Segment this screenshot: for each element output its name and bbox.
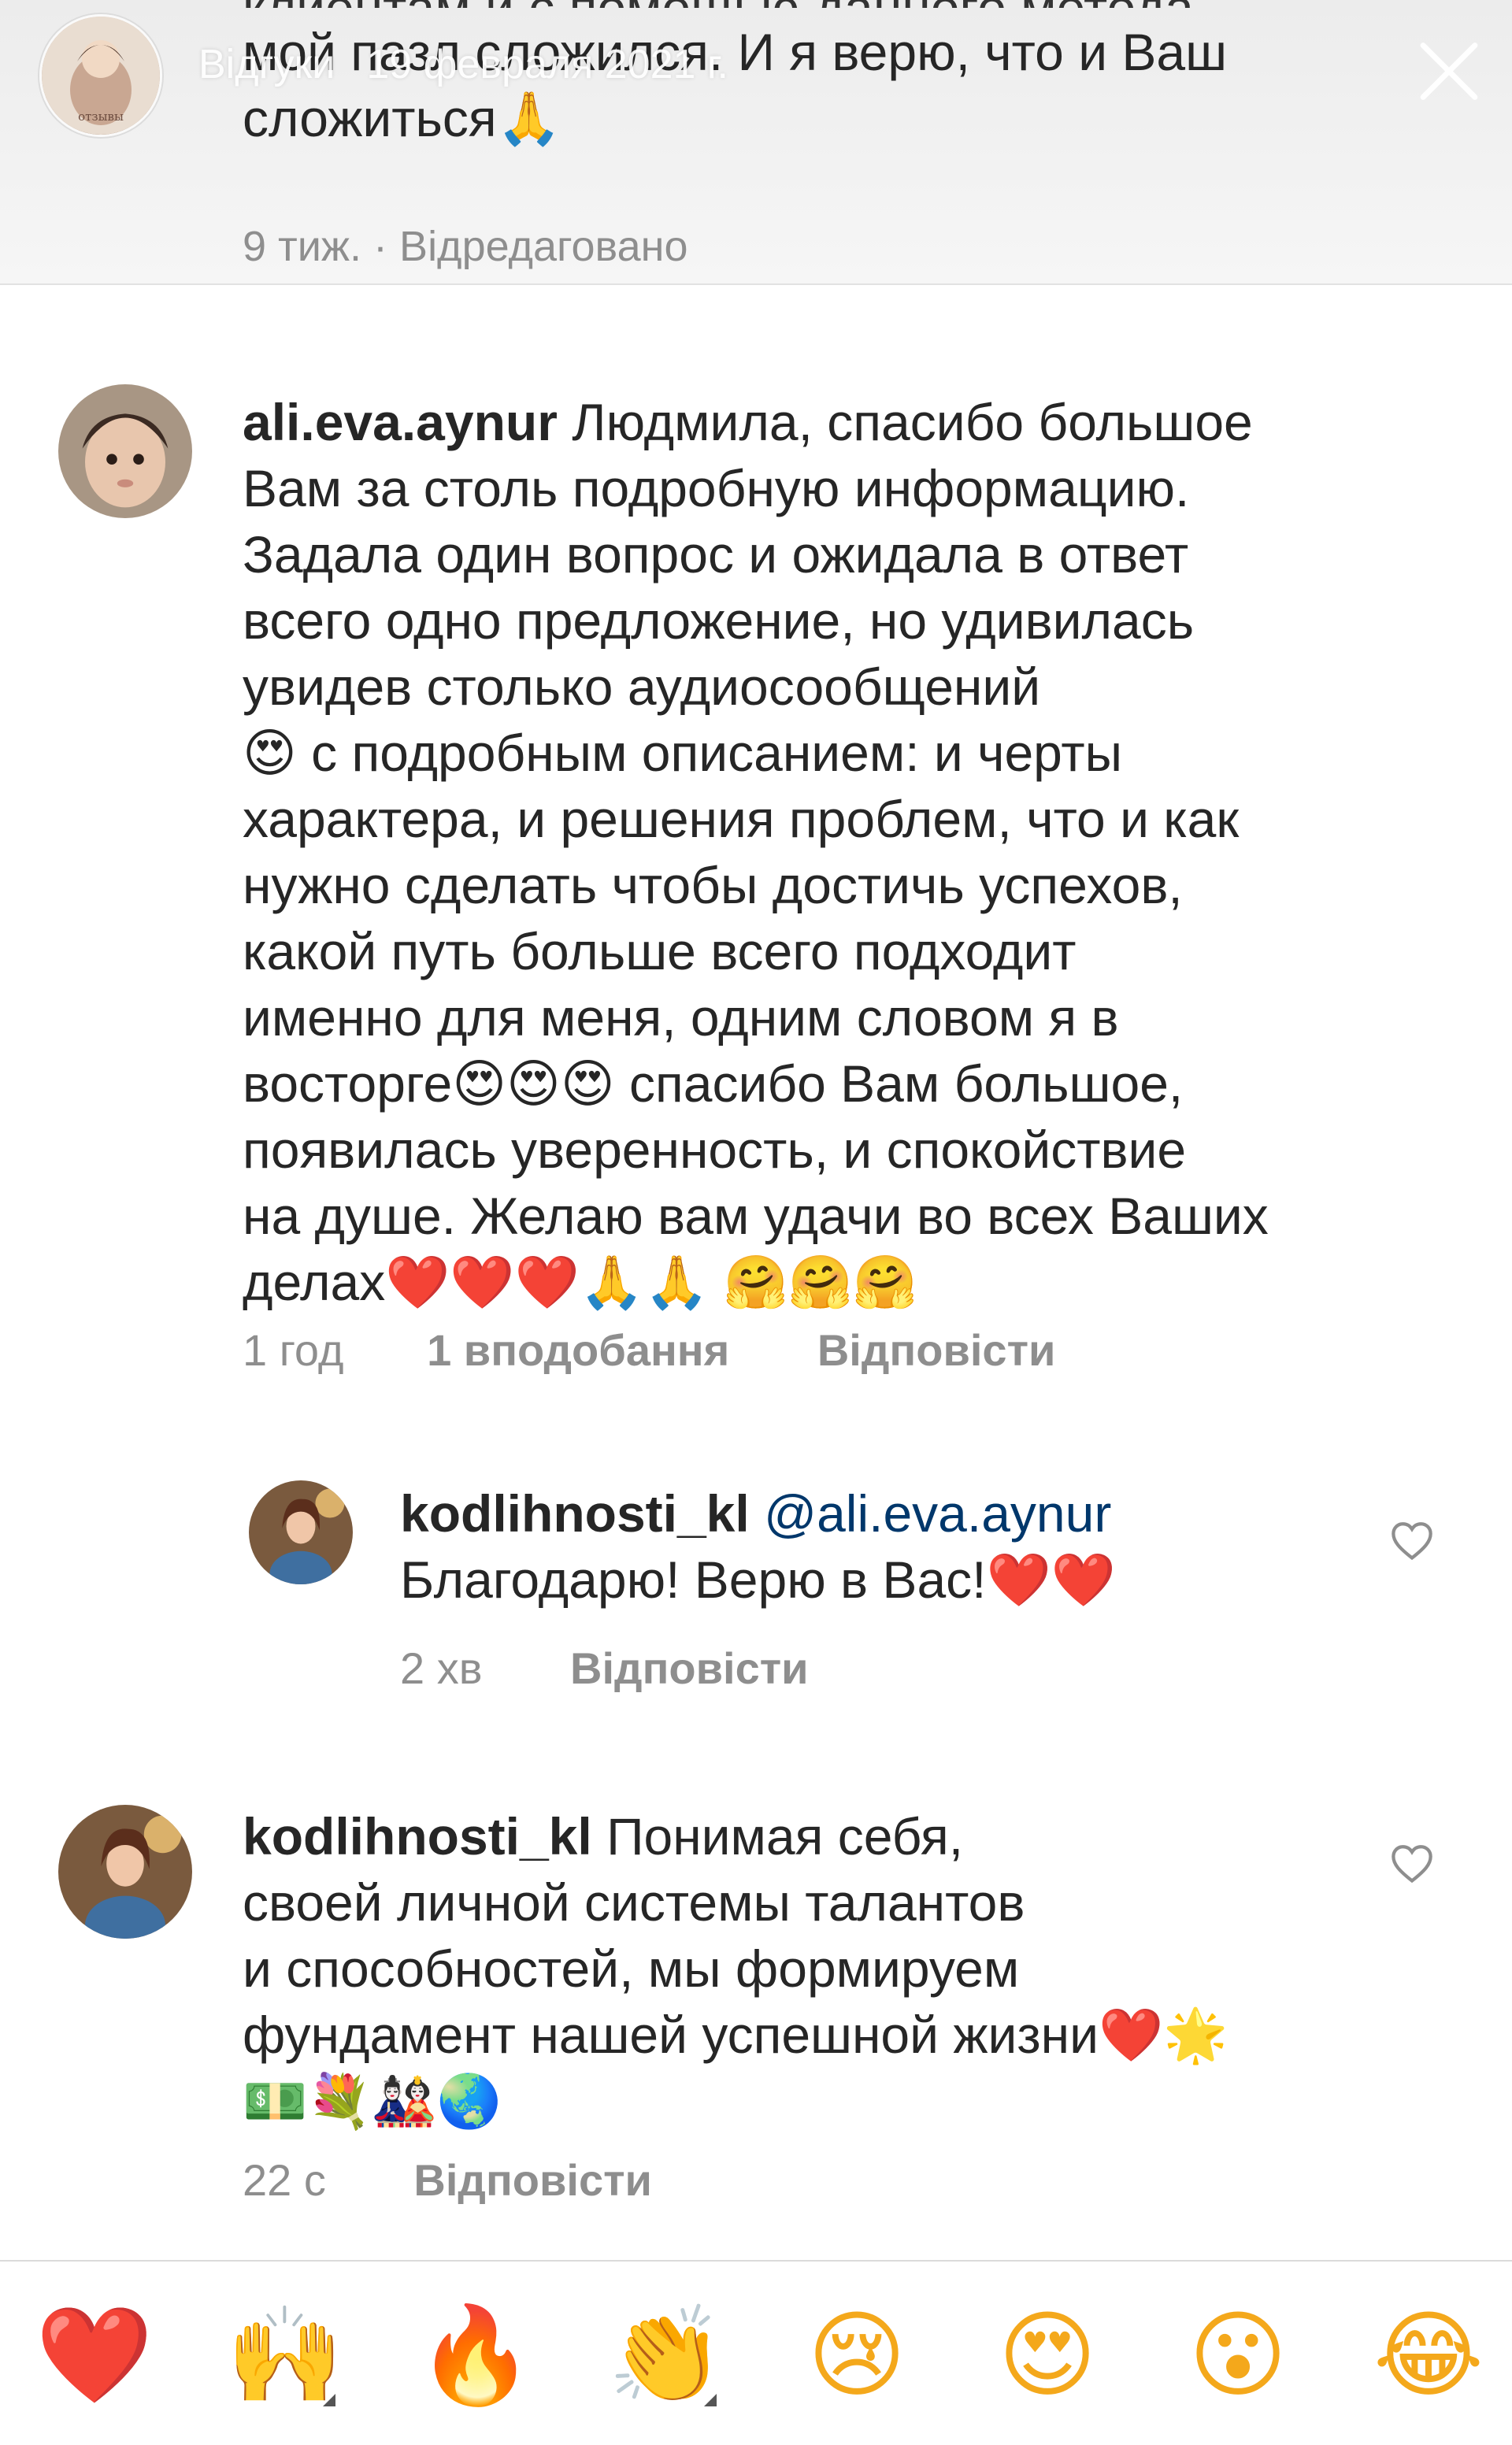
reply-button[interactable]: Відповісти bbox=[817, 1324, 1056, 1376]
emoji-button-clap[interactable]: 👏 bbox=[607, 2301, 724, 2411]
emoji-button-tears-of-joy[interactable]: 😂 bbox=[1373, 2301, 1484, 2411]
story-title: Відгуки 19 февраля 2021 г. bbox=[198, 41, 728, 88]
comment-first-line: Людмила, спасибо большое bbox=[572, 393, 1253, 451]
comment-text: kodlihnosti_kl @ali.eva.aynur Благодарю!… bbox=[400, 1480, 1392, 1613]
woman-avatar-icon bbox=[58, 1805, 192, 1939]
comment-line: увидев столько аудиосообщений bbox=[243, 658, 1041, 716]
emoji-button-heart[interactable]: ❤️ bbox=[35, 2301, 153, 2411]
comment-username[interactable]: kodlihnosti_kl bbox=[400, 1484, 750, 1543]
child-avatar-icon bbox=[58, 384, 192, 518]
story-header: отзывы клиентам и с помощью данного мето… bbox=[0, 0, 1512, 285]
story-date: 19 февраля 2021 г. bbox=[366, 42, 728, 87]
comment-line: и способностей, мы формируем bbox=[243, 1939, 1020, 1998]
story-title-text: Відгуки bbox=[198, 42, 335, 87]
comment-meta: 2 хв Відповісти bbox=[400, 1643, 809, 1694]
comment-line: Задала один вопрос и ожидала в ответ bbox=[243, 525, 1189, 583]
comment-first-line: Понимая себя, bbox=[606, 1807, 964, 1865]
comment: kodlihnosti_kl Понимая себя, своей лично… bbox=[0, 1787, 1512, 2228]
svg-text:отзывы: отзывы bbox=[78, 109, 124, 124]
avatar[interactable] bbox=[58, 1805, 192, 1939]
emoji-button-crying[interactable]: 😢 bbox=[802, 2301, 912, 2411]
comment-line: делах❤️❤️❤️🙏🙏 🤗🤗🤗 bbox=[243, 1253, 918, 1311]
comment-meta: 22 с Відповісти bbox=[243, 2154, 652, 2206]
comment-line: какой путь больше всего подходит bbox=[243, 922, 1077, 980]
heart-eyes-icon: 😍 bbox=[998, 2301, 1097, 2410]
emoji-button-heart-eyes[interactable]: 😍 bbox=[992, 2301, 1102, 2411]
story-avatar[interactable]: отзывы bbox=[39, 14, 162, 137]
comment-line: восторге😍😍😍 спасибо Вам большое, bbox=[243, 1054, 1184, 1113]
comment-time: 2 хв bbox=[400, 1643, 483, 1693]
avatar[interactable] bbox=[249, 1480, 353, 1584]
comment-line: Благодарю! Верю в Вас!❤️❤️ bbox=[400, 1550, 1116, 1609]
comment-line: 😍 с подробным описанием: и черты bbox=[243, 724, 1123, 782]
comment-line: своей личной системы талантов bbox=[243, 1873, 1025, 1932]
avatar[interactable] bbox=[58, 384, 192, 518]
avatar-image-icon: отзывы bbox=[42, 17, 160, 135]
comment-line: на душе. Желаю вам удачи во всех Ваших bbox=[243, 1187, 1269, 1245]
comment-line: именно для меня, одним словом я в bbox=[243, 988, 1119, 1047]
surprised-face-icon: 😮 bbox=[1188, 2301, 1288, 2410]
comment-username[interactable]: ali.eva.aynur bbox=[243, 393, 558, 451]
like-heart-icon[interactable] bbox=[1389, 1843, 1435, 1884]
previous-comment-clipped-line: клиентам и с помощью данного метода, bbox=[243, 0, 1424, 8]
comment-time: 1 год bbox=[243, 1325, 344, 1375]
emoji-button-fire[interactable]: 🔥 bbox=[417, 2301, 534, 2411]
comment-time: 22 с bbox=[243, 2155, 326, 2205]
close-icon[interactable] bbox=[1410, 31, 1488, 110]
woman-avatar-icon bbox=[249, 1480, 353, 1584]
comment: ali.eva.aynur Людмила, спасибо большое В… bbox=[0, 370, 1512, 1394]
comment-username[interactable]: kodlihnosti_kl bbox=[243, 1807, 592, 1865]
skin-tone-indicator-icon bbox=[323, 2394, 335, 2406]
skin-tone-indicator-icon bbox=[704, 2394, 717, 2406]
comment-line: характера, и решения проблем, что и как bbox=[243, 790, 1240, 848]
crying-face-icon: 😢 bbox=[807, 2301, 906, 2410]
reply-button[interactable]: Відповісти bbox=[413, 2154, 652, 2206]
like-heart-icon[interactable] bbox=[1389, 1520, 1435, 1561]
emoji-button-raising-hands[interactable]: 🙌 bbox=[226, 2301, 343, 2411]
red-heart-icon: ❤️ bbox=[35, 2301, 154, 2410]
emoji-button-surprised[interactable]: 😮 bbox=[1183, 2301, 1293, 2411]
previous-comment-line: сложиться🙏 bbox=[243, 89, 561, 147]
tears-of-joy-icon: 😂 bbox=[1373, 2301, 1484, 2410]
comment-line: фундамент нашей успешной жизни❤️🌟 bbox=[243, 2006, 1228, 2064]
comment-line: всего одно предложение, но удивилась bbox=[243, 591, 1195, 650]
fire-icon: 🔥 bbox=[417, 2301, 535, 2410]
comment-text: ali.eva.aynur Людмила, спасибо большое В… bbox=[243, 389, 1424, 1315]
previous-comment-meta: 9 тиж. · Відредаговано bbox=[243, 223, 688, 270]
comment-line: появилась уверенность, и спокойствие bbox=[243, 1121, 1187, 1179]
comment-likes[interactable]: 1 вподобання bbox=[427, 1324, 729, 1376]
comment-line: Вам за столь подробную информацию. bbox=[243, 459, 1190, 517]
comment-reply: kodlihnosti_kl @ali.eva.aynur Благодарю!… bbox=[0, 1465, 1512, 1717]
reply-button[interactable]: Відповісти bbox=[570, 1643, 809, 1694]
comment-line: нужно сделать чтобы достичь успехов, bbox=[243, 856, 1183, 914]
comment-text: kodlihnosti_kl Понимая себя, своей лично… bbox=[243, 1803, 1392, 2134]
comment-line: 💵💐🎎🌏 bbox=[243, 2072, 502, 2130]
comment-meta: 1 год 1 вподобання Відповісти bbox=[243, 1324, 1055, 1376]
comment-mention[interactable]: @ali.eva.aynur bbox=[764, 1484, 1111, 1543]
emoji-reaction-bar: ❤️ 🙌 🔥 👏 😢 😍 😮 😂 bbox=[0, 2260, 1512, 2445]
